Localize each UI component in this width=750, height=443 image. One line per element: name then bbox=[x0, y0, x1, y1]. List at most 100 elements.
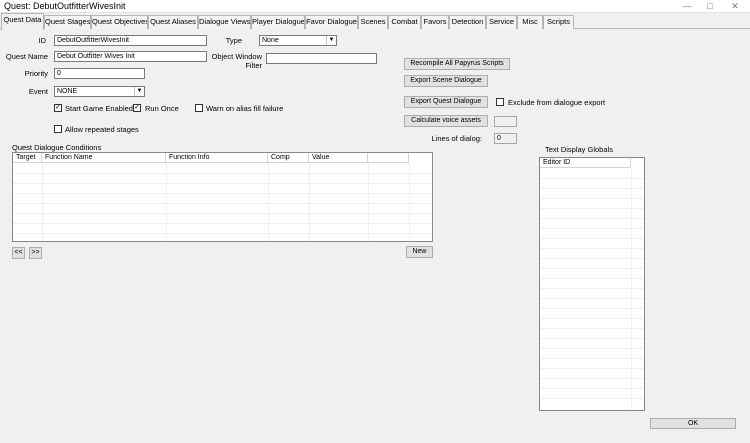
tab-combat[interactable]: Combat bbox=[388, 15, 421, 29]
export-quest-dialogue-button[interactable]: Export Quest Dialogue bbox=[404, 96, 488, 108]
conditions-table[interactable]: Target Function Name Function Info Comp … bbox=[12, 152, 433, 242]
grid-line bbox=[540, 188, 644, 189]
next-button[interactable]: >> bbox=[29, 247, 42, 259]
prev-button[interactable]: << bbox=[12, 247, 25, 259]
grid-line bbox=[540, 218, 644, 219]
grid-line bbox=[540, 178, 644, 179]
grid-line bbox=[540, 248, 644, 249]
title-bar: Quest: DebutOutfitterWivesInit — □ ✕ bbox=[0, 0, 750, 13]
tab-scripts[interactable]: Scripts bbox=[543, 15, 574, 29]
recompile-scripts-button[interactable]: Recompile All Papyrus Scripts bbox=[404, 58, 510, 70]
priority-label: Priority bbox=[24, 69, 48, 78]
run-once-checkbox[interactable]: ✓ bbox=[133, 104, 141, 112]
col-function-info[interactable]: Function Info bbox=[166, 153, 268, 163]
window-title: Quest: DebutOutfitterWivesInit bbox=[4, 1, 126, 11]
tab-service[interactable]: Service bbox=[486, 15, 517, 29]
grid-line bbox=[268, 163, 269, 241]
id-field[interactable]: DebutOutfitterWivesInit bbox=[54, 35, 207, 46]
grid-line bbox=[540, 318, 644, 319]
col-target[interactable]: Target bbox=[13, 153, 42, 163]
grid-line bbox=[631, 168, 632, 410]
tab-scenes[interactable]: Scenes bbox=[358, 15, 388, 29]
tab-quest-objectives[interactable]: Quest Objectives bbox=[91, 15, 148, 29]
grid-line bbox=[13, 183, 432, 184]
tab-detection[interactable]: Detection bbox=[449, 15, 486, 29]
grid-line bbox=[42, 163, 43, 241]
grid-line bbox=[540, 328, 644, 329]
warn-alias-checkbox[interactable] bbox=[195, 104, 203, 112]
quest-name-field[interactable]: Debut Outfitter Wives Init bbox=[54, 51, 207, 62]
chevron-down-icon: ▼ bbox=[134, 87, 144, 96]
close-icon[interactable]: ✕ bbox=[724, 0, 746, 12]
event-select[interactable]: NONE ▼ bbox=[54, 86, 145, 97]
col-function-name[interactable]: Function Name bbox=[42, 153, 166, 163]
grid-line bbox=[409, 163, 410, 241]
grid-line bbox=[13, 213, 432, 214]
grid-line bbox=[540, 338, 644, 339]
col-value[interactable]: Value bbox=[309, 153, 368, 163]
export-scene-dialogue-button[interactable]: Export Scene Dialogue bbox=[404, 75, 488, 87]
ok-button[interactable]: OK bbox=[650, 418, 736, 429]
object-window-filter-label: Object Window Filter bbox=[205, 52, 262, 70]
conditions-title: Quest Dialogue Conditions bbox=[12, 143, 102, 152]
grid-line bbox=[540, 238, 644, 239]
grid-line bbox=[540, 398, 644, 399]
object-window-filter-label-line1: Object Window bbox=[211, 52, 262, 61]
quest-name-label: Quest Name bbox=[5, 52, 48, 61]
tab-quest-stages[interactable]: Quest Stages bbox=[44, 15, 91, 29]
grid-line bbox=[13, 233, 432, 234]
grid-line bbox=[540, 298, 644, 299]
grid-line bbox=[13, 223, 432, 224]
lines-of-dialog-value: 0 bbox=[494, 133, 517, 144]
grid-line bbox=[540, 198, 644, 199]
maximize-icon[interactable]: □ bbox=[699, 0, 721, 12]
allow-repeated-checkbox[interactable] bbox=[54, 125, 62, 133]
object-window-filter-label-line2: Filter bbox=[245, 61, 262, 70]
start-game-enabled-checkbox[interactable]: ✓ bbox=[54, 104, 62, 112]
tab-favor-dialogue[interactable]: Favor Dialogue bbox=[305, 15, 358, 29]
grid-line bbox=[540, 308, 644, 309]
tab-bar: Quest Data Quest Stages Quest Objectives… bbox=[0, 13, 750, 30]
globals-title: Text Display Globals bbox=[545, 145, 613, 154]
new-condition-button[interactable]: New bbox=[406, 246, 433, 258]
run-once-label: Run Once bbox=[145, 104, 179, 113]
grid-line bbox=[540, 368, 644, 369]
grid-line bbox=[540, 288, 644, 289]
col-editor-id[interactable]: Editor ID bbox=[540, 158, 631, 168]
grid-line bbox=[309, 163, 310, 241]
tab-misc[interactable]: Misc bbox=[517, 15, 543, 29]
grid-line bbox=[540, 278, 644, 279]
type-select-value: None bbox=[262, 37, 279, 44]
start-game-enabled-label: Start Game Enabled bbox=[65, 104, 133, 113]
grid-line bbox=[540, 378, 644, 379]
minimize-icon[interactable]: — bbox=[676, 0, 698, 12]
exclude-export-checkbox[interactable] bbox=[496, 98, 504, 106]
grid-line bbox=[13, 173, 432, 174]
tab-dialogue-views[interactable]: Dialogue Views bbox=[198, 15, 251, 29]
grid-line bbox=[540, 228, 644, 229]
calculate-voice-assets-button[interactable]: Calculate voice assets bbox=[404, 115, 488, 127]
grid-line bbox=[13, 203, 432, 204]
lines-of-dialog-label: Lines of dialog: bbox=[431, 134, 482, 143]
grid-line bbox=[540, 268, 644, 269]
tab-quest-data[interactable]: Quest Data bbox=[1, 13, 44, 30]
col-extra bbox=[368, 153, 409, 163]
tab-quest-aliases[interactable]: Quest Aliases bbox=[148, 15, 198, 29]
col-comp[interactable]: Comp bbox=[268, 153, 309, 163]
grid-line bbox=[166, 163, 167, 241]
priority-field[interactable]: 0 bbox=[54, 68, 145, 79]
grid-line bbox=[540, 348, 644, 349]
tab-favors[interactable]: Favors bbox=[421, 15, 449, 29]
object-window-filter-field[interactable] bbox=[266, 53, 377, 64]
type-select[interactable]: None ▼ bbox=[259, 35, 337, 46]
grid-line bbox=[13, 193, 432, 194]
event-label: Event bbox=[28, 87, 48, 96]
voice-assets-field bbox=[494, 116, 517, 127]
grid-line bbox=[540, 358, 644, 359]
event-select-value: NONE bbox=[57, 88, 78, 95]
globals-table[interactable]: Editor ID bbox=[539, 157, 645, 411]
id-label: ID bbox=[38, 36, 47, 45]
warn-alias-label: Warn on alias fill failure bbox=[206, 104, 284, 113]
grid-line bbox=[540, 258, 644, 259]
tab-player-dialogue[interactable]: Player Dialogue bbox=[251, 15, 305, 29]
